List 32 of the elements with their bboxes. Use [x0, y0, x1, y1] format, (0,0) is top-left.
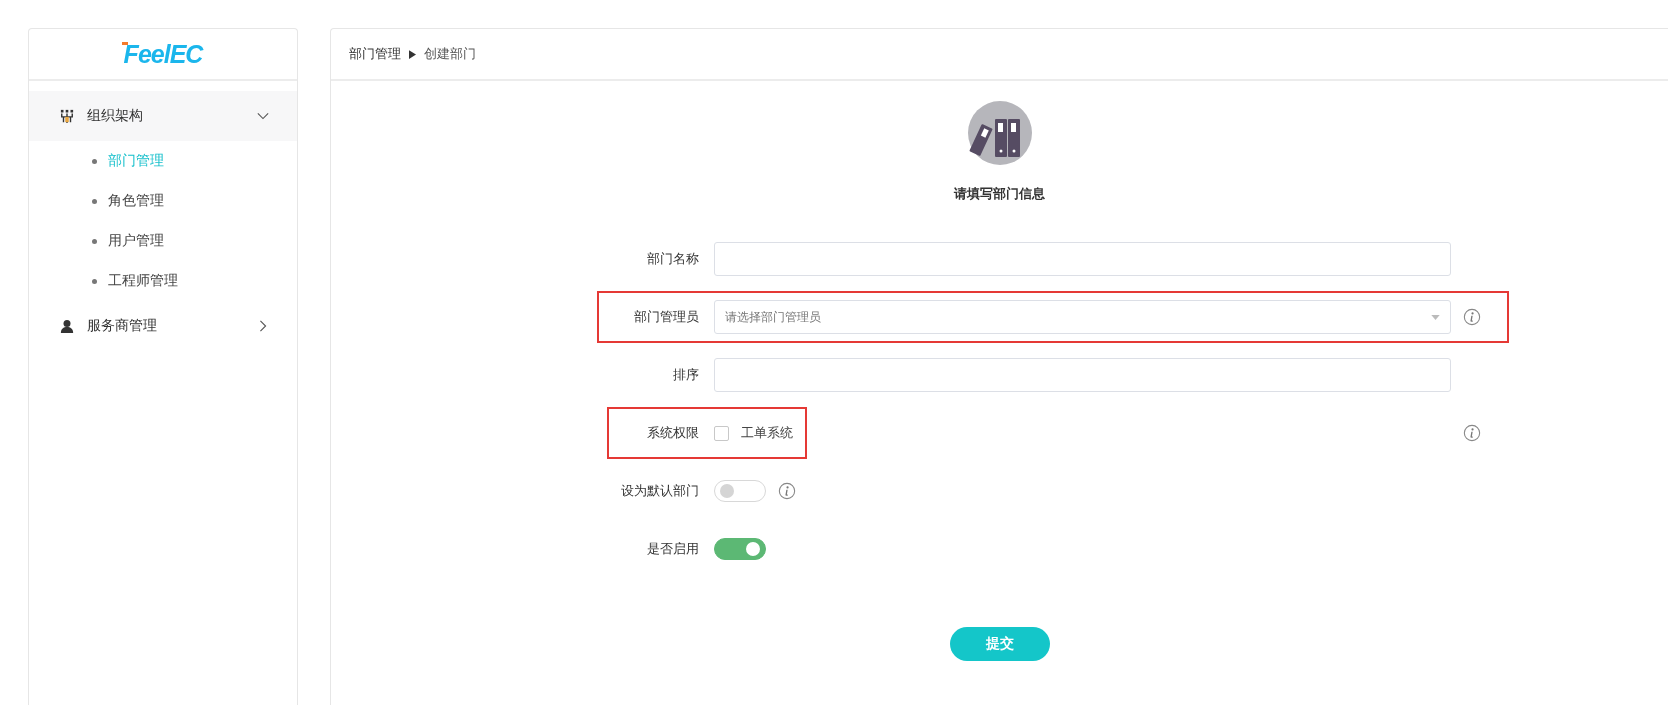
person-icon — [60, 319, 74, 333]
field-label: 部门名称 — [645, 250, 699, 268]
field-label: 系统权限 — [645, 424, 699, 442]
toggle-switch[interactable] — [713, 538, 766, 560]
select-field[interactable]: 请选择部门管理员 — [713, 300, 1451, 334]
checkbox-label: 工单系统 — [740, 424, 793, 442]
menu-item[interactable]: 工程师管理 — [29, 261, 297, 301]
menu-group[interactable]: 组织架构 — [29, 91, 297, 141]
info-icon[interactable] — [1462, 424, 1481, 442]
field-label: 排序 — [671, 366, 699, 384]
menu-item[interactable]: 用户管理 — [29, 221, 297, 261]
menu-group[interactable]: 服务商管理 — [29, 301, 297, 351]
input-field[interactable] — [713, 358, 1451, 392]
binders-icon — [967, 101, 1032, 165]
form-title: 请填写部门信息 — [954, 185, 1045, 203]
org-chart-icon — [60, 109, 74, 123]
caret-down-icon — [1430, 314, 1440, 320]
logo: FeelEC — [123, 39, 203, 69]
menu-item[interactable]: 角色管理 — [29, 181, 297, 221]
input-field[interactable] — [713, 242, 1451, 276]
info-icon[interactable] — [777, 482, 796, 500]
chevron-down-icon — [257, 110, 269, 122]
breadcrumb-item: 创建部门 — [424, 45, 476, 63]
chevron-right-icon — [257, 320, 269, 332]
field-label: 设为默认部门 — [619, 482, 699, 500]
field-label: 部门管理员 — [632, 308, 699, 326]
breadcrumb-item[interactable]: 部门管理 — [349, 45, 401, 63]
checkbox[interactable] — [713, 425, 729, 441]
toggle-switch[interactable] — [713, 480, 766, 502]
field-label: 是否启用 — [645, 540, 699, 558]
triangle-right-icon — [409, 49, 416, 59]
info-icon[interactable] — [1462, 308, 1481, 326]
